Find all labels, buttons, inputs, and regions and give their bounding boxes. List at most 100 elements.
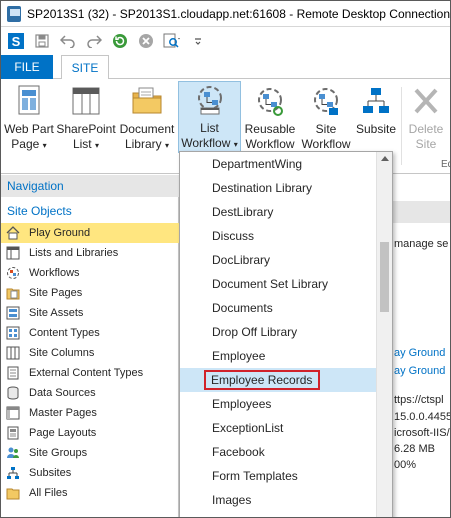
site-workflow-label-line1: Site	[315, 122, 337, 136]
dropdown-item-destlibrary[interactable]: DestLibrary	[180, 200, 378, 224]
dropdown-item-exceptionlist[interactable]: ExceptionList	[180, 416, 378, 440]
reusable-workflow-icon	[254, 85, 286, 117]
content-types-icon	[5, 325, 21, 341]
sharepoint-designer-icon[interactable]: S	[5, 30, 27, 52]
dropdown-item-departmentwing[interactable]: DepartmentWing	[180, 152, 378, 176]
sharepoint-list-button[interactable]: SharePoint List ▾	[56, 83, 116, 169]
groups-icon	[5, 445, 21, 461]
columns-icon	[5, 345, 21, 361]
dropdown-item-images[interactable]: Images	[180, 488, 378, 512]
nav-item-all-files[interactable]: All Files	[1, 483, 179, 503]
home-icon	[5, 225, 21, 241]
nav-item-lists-and-libraries[interactable]: Lists and Libraries	[1, 243, 179, 263]
dropdown-item-form-templates[interactable]: Form Templates	[180, 464, 378, 488]
reusable-workflow-label-line1: Reusable	[244, 122, 296, 136]
dropdown-scrollbar[interactable]	[376, 152, 392, 517]
list-icon	[5, 245, 21, 261]
refresh-icon[interactable]	[109, 30, 131, 52]
list-workflow-label-line2: Workflow ▾	[181, 136, 238, 150]
list-workflow-button[interactable]: List Workflow ▾	[178, 81, 241, 153]
nav-item-label: Play Ground	[29, 227, 91, 239]
nav-item-label: Lists and Libraries	[29, 247, 119, 259]
document-library-label-line1: Document	[119, 122, 175, 136]
nav-item-label: Site Assets	[29, 307, 84, 319]
master-pages-icon	[5, 405, 21, 421]
scroll-up-arrow-icon[interactable]	[381, 156, 389, 161]
dropdown-item-drop-off-library[interactable]: Drop Off Library	[180, 320, 378, 344]
ribbon-group-label-edit: Ed	[441, 159, 450, 170]
web-part-page-button[interactable]: Web Part Page ▾	[3, 83, 55, 169]
web-part-page-icon	[13, 85, 45, 117]
dropdown-item-doclibrary[interactable]: DocLibrary	[180, 248, 378, 272]
nav-item-site-groups[interactable]: Site Groups	[1, 443, 179, 463]
title-bar: SP2013S1 (32) - SP2013S1.cloudapp.net:61…	[1, 1, 450, 27]
delete-site-label-line1: Delete	[408, 122, 444, 136]
nav-item-subsites[interactable]: Subsites	[1, 463, 179, 483]
assets-icon	[5, 305, 21, 321]
tab-site[interactable]: SITE	[61, 55, 109, 80]
subsite-label: Subsite	[355, 122, 397, 136]
nav-item-label: Workflows	[29, 267, 80, 279]
sharepoint-list-icon	[70, 85, 102, 117]
site-address-link[interactable]: ay Ground	[394, 365, 445, 377]
save-icon[interactable]	[31, 30, 53, 52]
dropdown-list: DepartmentWing Destination Library DestL…	[180, 152, 378, 512]
redo-icon[interactable]	[83, 30, 105, 52]
nav-item-external-content-types[interactable]: External Content Types	[1, 363, 179, 383]
delete-site-label-line2: Site	[415, 137, 437, 151]
web-part-page-label-line1: Web Part	[4, 122, 54, 136]
dropdown-item-discuss[interactable]: Discuss	[180, 224, 378, 248]
list-workflow-icon	[194, 84, 226, 116]
list-workflow-dropdown: DepartmentWing Destination Library DestL…	[179, 151, 393, 517]
site-workflow-label-line2: Workflow	[301, 137, 351, 151]
home-page-link[interactable]: ay Ground	[394, 347, 445, 359]
external-content-icon	[5, 365, 21, 381]
nav-item-label: Data Sources	[29, 387, 96, 399]
nav-item-label: Content Types	[29, 327, 100, 339]
nav-item-label: Page Layouts	[29, 427, 97, 439]
subsites-icon	[5, 465, 21, 481]
stop-icon[interactable]	[135, 30, 157, 52]
site-objects-list: Play Ground Lists and Libraries Workflow…	[1, 223, 179, 503]
size-fragment: 6.28 MB	[394, 443, 435, 455]
nav-item-workflows[interactable]: Workflows	[1, 263, 179, 283]
list-workflow-label-line1: List	[200, 121, 219, 135]
server-fragment: icrosoft-IIS/	[394, 427, 450, 439]
folder-icon	[5, 485, 21, 501]
dropdown-item-document-set-library[interactable]: Document Set Library	[180, 272, 378, 296]
database-icon	[5, 385, 21, 401]
dropdown-item-employee[interactable]: Employee	[180, 344, 378, 368]
tab-file[interactable]: FILE	[1, 55, 53, 79]
remote-desktop-icon	[7, 5, 22, 22]
nav-item-page-layouts[interactable]: Page Layouts	[1, 423, 179, 443]
dropdown-item-documents[interactable]: Documents	[180, 296, 378, 320]
nav-item-site-assets[interactable]: Site Assets	[1, 303, 179, 323]
nav-item-master-pages[interactable]: Master Pages	[1, 403, 179, 423]
dropdown-item-facebook[interactable]: Facebook	[180, 440, 378, 464]
site-objects-header: Site Objects	[7, 204, 72, 218]
document-library-button[interactable]: Document Library ▾	[117, 83, 177, 169]
dropdown-item-destination-library[interactable]: Destination Library	[180, 176, 378, 200]
nav-item-label: Site Columns	[29, 347, 95, 359]
scrollbar-thumb[interactable]	[380, 242, 389, 312]
nav-item-site-pages[interactable]: Site Pages	[1, 283, 179, 303]
preview-in-browser-icon[interactable]	[161, 30, 183, 52]
customize-toolbar-icon[interactable]	[187, 30, 209, 52]
nav-item-label: External Content Types	[29, 367, 144, 379]
quick-access-toolbar: S	[1, 28, 450, 54]
undo-icon[interactable]	[57, 30, 79, 52]
site-workflow-icon	[310, 85, 342, 117]
nav-item-content-types[interactable]: Content Types	[1, 323, 179, 343]
version-fragment: 15.0.0.4455	[394, 411, 451, 423]
document-library-label-line2: Library ▾	[124, 137, 170, 151]
navigation-pane: Navigation Site Objects Play Ground List…	[1, 175, 179, 517]
navigation-header: Navigation	[1, 175, 179, 197]
nav-item-site-columns[interactable]: Site Columns	[1, 343, 179, 363]
nav-item-play-ground[interactable]: Play Ground	[1, 223, 179, 243]
dropdown-item-employees[interactable]: Employees	[180, 392, 378, 416]
nav-item-label: Site Groups	[29, 447, 88, 459]
nav-item-data-sources[interactable]: Data Sources	[1, 383, 179, 403]
workflow-icon	[5, 265, 21, 281]
ribbon-tabs: FILE SITE	[1, 55, 450, 80]
dropdown-item-employee-records[interactable]: Employee Records	[180, 368, 378, 392]
